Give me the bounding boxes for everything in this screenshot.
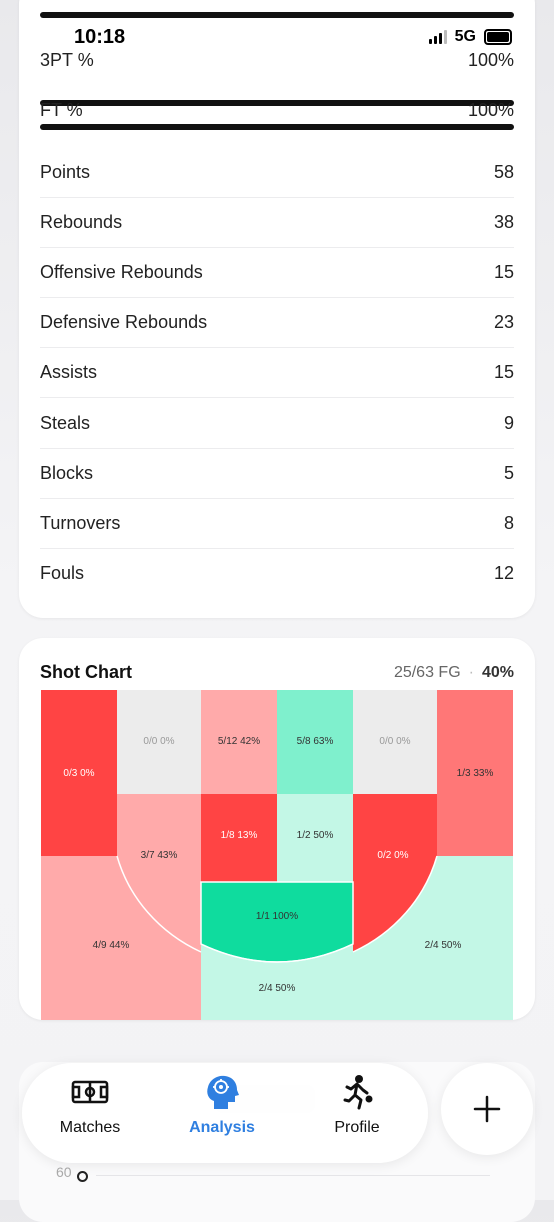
- court-arc-lines: [116, 855, 438, 963]
- stat-value: 23: [493, 311, 514, 332]
- zone-label-right-corner: 1/3 33%: [456, 768, 494, 779]
- stat-value: 12: [493, 562, 514, 583]
- zone-label-left-corner: 0/3 0%: [63, 768, 95, 779]
- stat-value: 15: [493, 361, 514, 382]
- battery-icon: [484, 29, 512, 45]
- stat-row-steals: Steals 9: [40, 398, 514, 449]
- three-point-pct-bar-top: [40, 12, 514, 18]
- stat-row-points: Points 58: [40, 147, 514, 198]
- nav-label: Matches: [59, 1119, 121, 1136]
- stat-row-offensive-rebounds: Offensive Rebounds 15: [40, 247, 514, 298]
- brain-icon: [207, 1075, 239, 1109]
- shot-chart-title: Shot Chart: [40, 662, 132, 682]
- stat-row-assists: Assists 15: [40, 347, 514, 398]
- nav-profile[interactable]: Profile: [297, 1073, 417, 1137]
- zone-label-top-left: 5/12 42%: [217, 736, 261, 747]
- separator-dot: ·: [468, 664, 474, 681]
- zone-label-right-baseline: 2/4 50%: [424, 940, 462, 951]
- stat-label: Fouls: [40, 562, 85, 583]
- status-time: 10:18: [74, 26, 126, 48]
- zone-label-bottom-center: 2/4 50%: [258, 983, 296, 994]
- player-icon: [343, 1075, 373, 1110]
- zone-label-paint-right: 1/2 50%: [296, 830, 334, 841]
- zone-label-left-wing-top: 0/0 0%: [143, 736, 175, 747]
- zone-label-right-wing-top: 0/0 0%: [379, 736, 411, 747]
- stat-value: 15: [493, 261, 514, 282]
- stat-label: Turnovers: [40, 512, 121, 533]
- plus-icon: [473, 1095, 501, 1123]
- stat-row-fouls: Fouls 12: [40, 548, 514, 598]
- status-indicators: 5G: [428, 28, 512, 46]
- shot-chart-card: Shot Chart 25/63 FG · 40% 0/3 0% 0/0 0% …: [19, 638, 535, 1020]
- fg-percentage: 40%: [481, 664, 514, 681]
- stat-label: Blocks: [40, 462, 94, 483]
- free-throw-pct-label: FT %: [40, 100, 83, 120]
- stat-value: 9: [503, 412, 514, 433]
- stat-label: Points: [40, 161, 91, 182]
- stat-label: Assists: [40, 361, 98, 382]
- background-gridline: [96, 1175, 490, 1176]
- stat-label: Rebounds: [40, 211, 123, 232]
- three-point-pct-value: 100%: [467, 50, 514, 70]
- stat-value: 5: [503, 462, 514, 483]
- zone-label-restricted: 1/1 100%: [255, 911, 299, 922]
- zone-label-paint-left: 1/8 13%: [220, 830, 258, 841]
- bottom-nav: Matches Analysis Profile: [22, 1063, 428, 1163]
- background-point-icon: [77, 1171, 88, 1182]
- stat-value: 8: [503, 512, 514, 533]
- nav-matches[interactable]: Matches: [30, 1073, 150, 1137]
- stat-row-turnovers: Turnovers 8: [40, 498, 514, 549]
- fg-made-attempted: 25/63 FG: [393, 664, 461, 681]
- signal-icon: [428, 30, 447, 44]
- stat-row-rebounds: Rebounds 38: [40, 197, 514, 248]
- nav-label: Analysis: [189, 1119, 255, 1136]
- stat-value: 58: [493, 161, 514, 182]
- stat-value: 38: [493, 211, 514, 232]
- stat-label: Defensive Rebounds: [40, 311, 208, 332]
- zone-label-right-mid: 0/2 0%: [377, 850, 409, 861]
- free-throw-pct-bar: [40, 124, 514, 130]
- stats-card: 3PT % 100% FT % 100% Points 58 Rebounds …: [19, 0, 535, 618]
- zone-label-left-mid: 3/7 43%: [140, 850, 178, 861]
- zone-label-top-right: 5/8 63%: [296, 736, 334, 747]
- background-axis-tick: 60: [56, 1164, 72, 1180]
- nav-label: Profile: [334, 1119, 380, 1136]
- three-point-pct-label: 3PT %: [40, 50, 94, 70]
- shot-chart-court: 0/3 0% 0/0 0% 5/12 42% 5/8 63% 0/0 0% 1/…: [41, 690, 513, 1020]
- stat-label: Steals: [40, 412, 91, 433]
- zone-label-left-baseline: 4/9 44%: [92, 940, 130, 951]
- stat-row-blocks: Blocks 5: [40, 448, 514, 499]
- network-type: 5G: [454, 28, 476, 45]
- shot-chart-summary: 25/63 FG · 40%: [394, 664, 514, 682]
- stat-label: Offensive Rebounds: [40, 261, 203, 282]
- free-throw-pct-value: 100%: [467, 100, 514, 120]
- nav-analysis[interactable]: Analysis: [162, 1073, 282, 1137]
- add-button[interactable]: [441, 1063, 533, 1155]
- stat-row-defensive-rebounds: Defensive Rebounds 23: [40, 297, 514, 348]
- court-icon: [71, 1080, 109, 1104]
